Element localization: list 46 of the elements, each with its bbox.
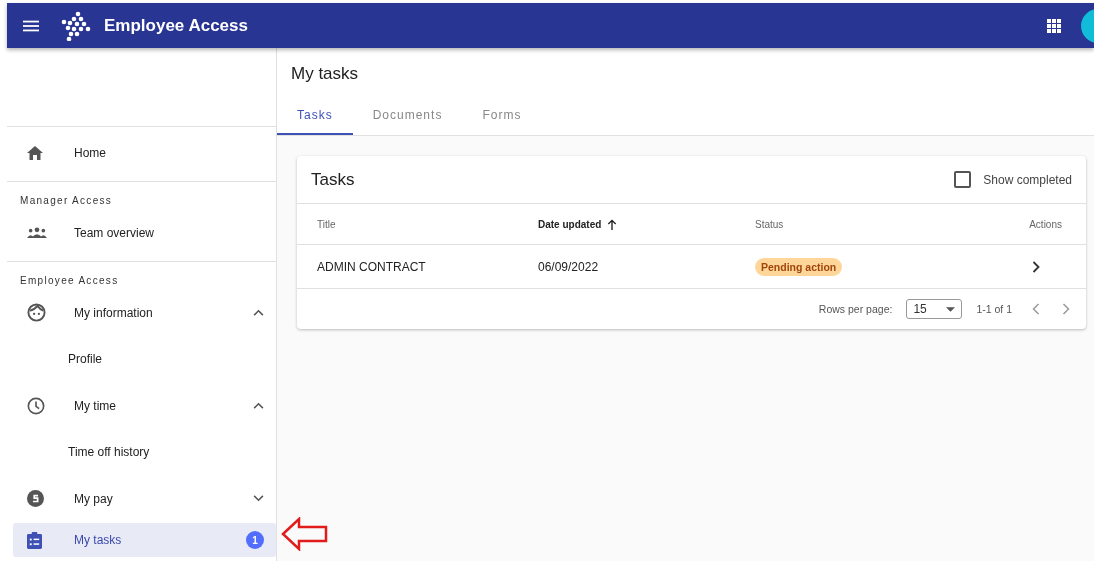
clock-icon: [27, 396, 45, 415]
chevron-right-icon[interactable]: [1032, 260, 1040, 273]
nav-item[interactable]: My tasks 1: [13, 523, 276, 557]
nav-item[interactable]: My time: [13, 384, 276, 427]
next-page-icon[interactable]: [1062, 303, 1070, 315]
menu-icon[interactable]: [23, 19, 39, 32]
logo-icon: [61, 10, 91, 41]
column-header[interactable]: Status: [755, 218, 1002, 230]
section-heading: Employee Access: [19, 274, 120, 288]
table-cell-text: ADMIN CONTRACT: [317, 259, 427, 274]
column-header[interactable]: Title: [317, 218, 538, 230]
card-title: Tasks: [311, 169, 355, 190]
arrow-icon: [281, 517, 329, 551]
section-heading: Manager Access: [19, 194, 114, 208]
nav-item[interactable]: My pay: [13, 477, 276, 520]
app-title: Employee Access: [104, 15, 248, 36]
rows-per-page-select[interactable]: 15: [906, 299, 963, 319]
home-icon: [27, 145, 43, 160]
count-badge: 1: [246, 531, 264, 549]
nav-item[interactable]: My information: [13, 291, 276, 334]
face-icon: [27, 303, 46, 322]
tab[interactable]: Documents: [352, 97, 463, 135]
page-range: 1-1 of 1: [976, 303, 1012, 315]
rows-per-page-label: Rows per page:: [818, 303, 893, 315]
chevron-up-icon[interactable]: [253, 402, 264, 409]
clipboard-icon: [27, 531, 42, 549]
page-title: My tasks: [290, 63, 360, 85]
chevron-up-icon[interactable]: [253, 309, 264, 316]
column-header[interactable]: Actions: [1002, 218, 1066, 230]
sort-arrow-icon[interactable]: [607, 218, 618, 230]
previous-page-icon[interactable]: [1032, 303, 1040, 315]
tab[interactable]: Tasks: [277, 97, 353, 135]
group-icon: [27, 227, 47, 238]
nav-item[interactable]: Team overview: [13, 211, 276, 254]
tab[interactable]: Forms: [462, 97, 542, 135]
dollar-coin-icon: [27, 490, 44, 507]
nav-subitem[interactable]: Profile: [13, 337, 276, 381]
chevron-down-icon[interactable]: [253, 495, 264, 502]
nav-subitem[interactable]: Time off history: [13, 430, 276, 474]
dropdown-icon[interactable]: [946, 306, 956, 312]
apps-grid-icon[interactable]: [1047, 18, 1061, 33]
status-chip: Pending action: [755, 257, 843, 276]
column-header[interactable]: Date updated: [538, 218, 755, 230]
table-cell-text: 06/09/2022: [538, 259, 600, 274]
show-completed-checkbox[interactable]: Show completed: [954, 171, 1072, 188]
nav-item[interactable]: Home: [13, 131, 276, 174]
